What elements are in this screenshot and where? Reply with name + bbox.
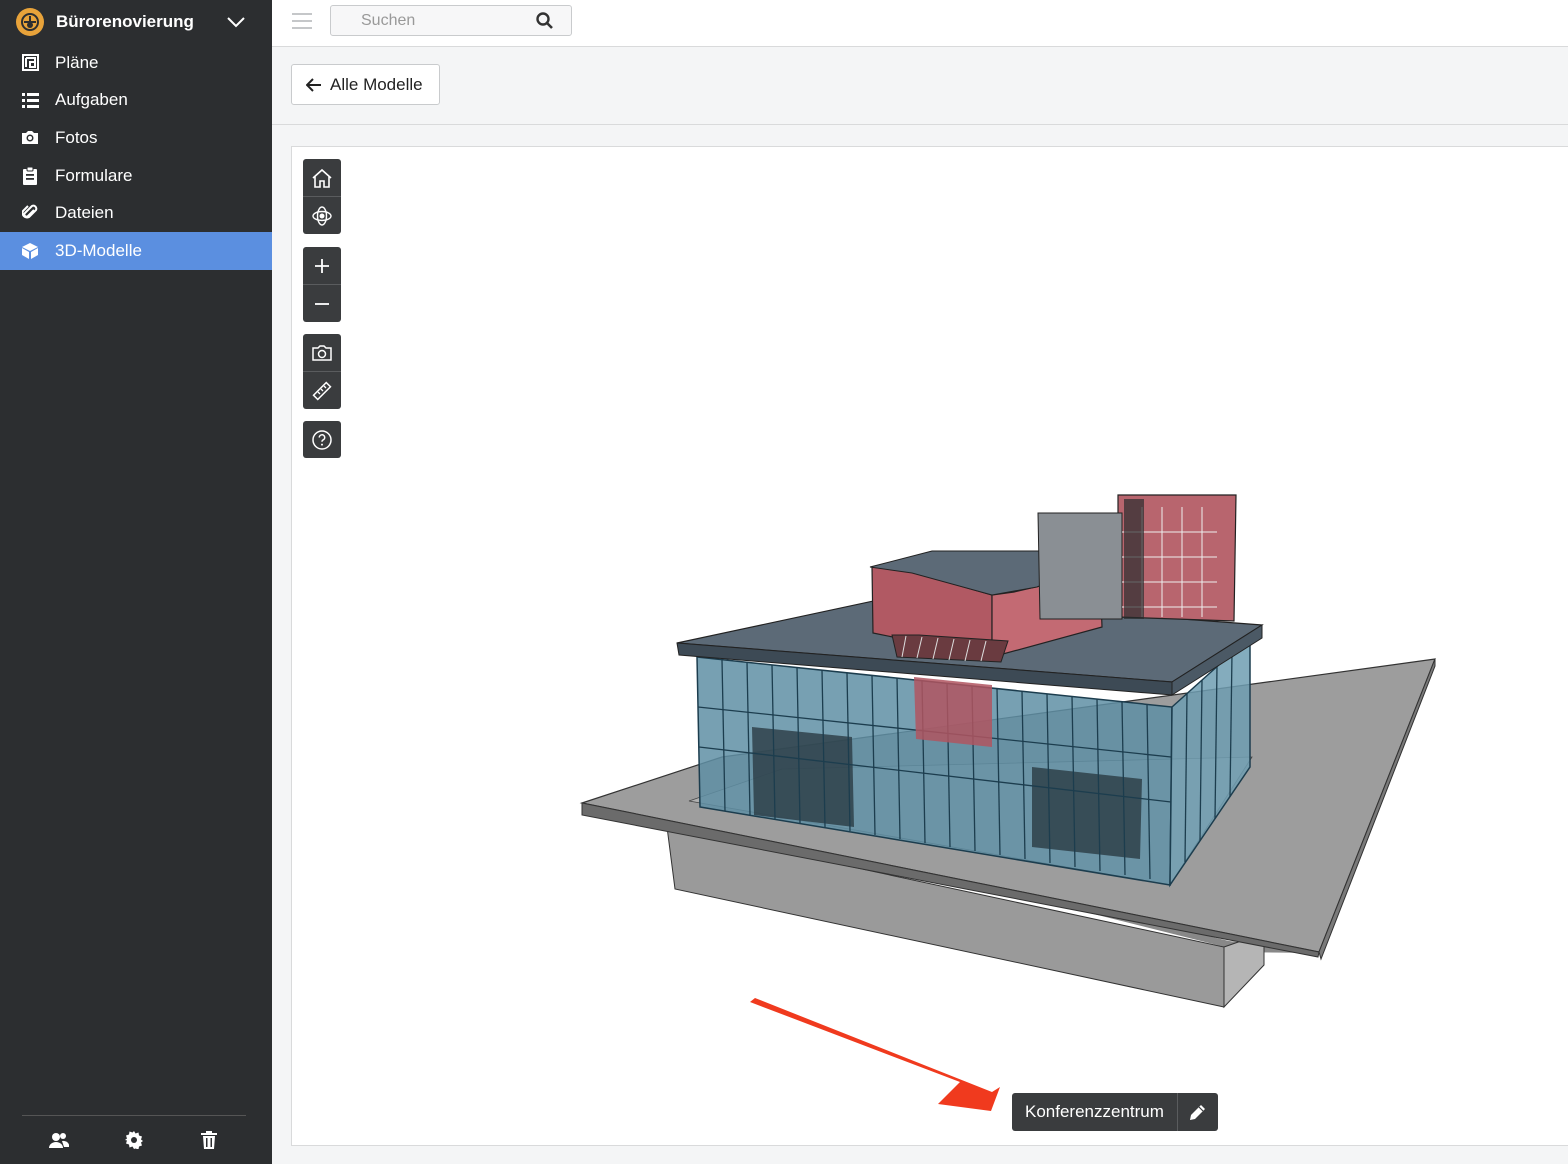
building-3d-model[interactable] bbox=[292, 147, 1568, 1145]
menu-icon[interactable] bbox=[292, 13, 312, 29]
project-name: Bürorenovierung bbox=[56, 12, 194, 31]
screenshot-icon[interactable] bbox=[303, 334, 341, 371]
search-input[interactable] bbox=[331, 10, 533, 31]
sidebar-footer bbox=[22, 1115, 246, 1164]
measure-icon[interactable] bbox=[303, 371, 341, 409]
sidebar-item-3d-modelle[interactable]: 3D-Modelle bbox=[0, 231, 272, 270]
chevron-down-icon[interactable] bbox=[226, 12, 246, 32]
zoom-tools bbox=[303, 247, 341, 322]
back-button-label: Alle Modelle bbox=[330, 74, 423, 94]
users-icon[interactable] bbox=[48, 1129, 70, 1151]
back-to-models-button[interactable]: Alle Modelle bbox=[291, 64, 440, 105]
sidebar-item-dateien[interactable]: Dateien bbox=[0, 194, 272, 232]
sidebar-item-label: Formulare bbox=[55, 165, 133, 185]
sidebar-item-formulare[interactable]: Formulare bbox=[0, 157, 272, 195]
zoom-in-icon[interactable] bbox=[303, 247, 341, 284]
help-icon[interactable] bbox=[303, 421, 341, 458]
top-bar bbox=[272, 0, 1568, 47]
sidebar-item-label: Pläne bbox=[55, 52, 99, 72]
project-logo-icon bbox=[16, 8, 44, 36]
view-tools bbox=[303, 159, 341, 234]
model-name-bar: Konferenzzentrum bbox=[1012, 1093, 1218, 1131]
trash-icon[interactable] bbox=[198, 1129, 220, 1151]
gear-icon[interactable] bbox=[123, 1129, 145, 1151]
camera-icon bbox=[21, 129, 39, 147]
search-icon[interactable] bbox=[536, 12, 553, 29]
cube-icon bbox=[21, 242, 39, 260]
sub-header: Alle Modelle bbox=[272, 47, 1568, 125]
list-icon bbox=[21, 91, 39, 109]
pencil-icon[interactable] bbox=[1176, 1093, 1218, 1131]
clipboard-icon bbox=[21, 166, 39, 185]
sidebar-item-label: Aufgaben bbox=[55, 90, 128, 110]
sidebar-item-label: Fotos bbox=[55, 127, 98, 147]
sidebar-item-plaene[interactable]: Pläne bbox=[0, 44, 272, 82]
arrow-left-icon bbox=[306, 77, 321, 92]
plans-icon bbox=[21, 54, 39, 72]
project-switcher[interactable]: Bürorenovierung bbox=[0, 0, 272, 44]
sidebar-nav: Pläne Aufgaben Fotos Formulare Dateien 3… bbox=[0, 44, 272, 270]
capture-tools bbox=[303, 334, 341, 409]
model-name[interactable]: Konferenzzentrum bbox=[1012, 1093, 1177, 1131]
search-box bbox=[330, 5, 572, 36]
zoom-out-icon[interactable] bbox=[303, 284, 341, 322]
paperclip-icon bbox=[21, 204, 39, 222]
orbit-icon[interactable] bbox=[303, 196, 341, 234]
help-tools bbox=[303, 421, 341, 458]
sidebar: Bürorenovierung Pläne Aufgaben Fotos For… bbox=[0, 0, 272, 1164]
sidebar-item-label: 3D-Modelle bbox=[55, 240, 142, 260]
sidebar-item-fotos[interactable]: Fotos bbox=[0, 119, 272, 157]
home-icon[interactable] bbox=[303, 159, 341, 196]
sidebar-item-label: Dateien bbox=[55, 203, 114, 223]
model-viewer[interactable]: Konferenzzentrum bbox=[291, 146, 1568, 1146]
sidebar-item-aufgaben[interactable]: Aufgaben bbox=[0, 82, 272, 120]
